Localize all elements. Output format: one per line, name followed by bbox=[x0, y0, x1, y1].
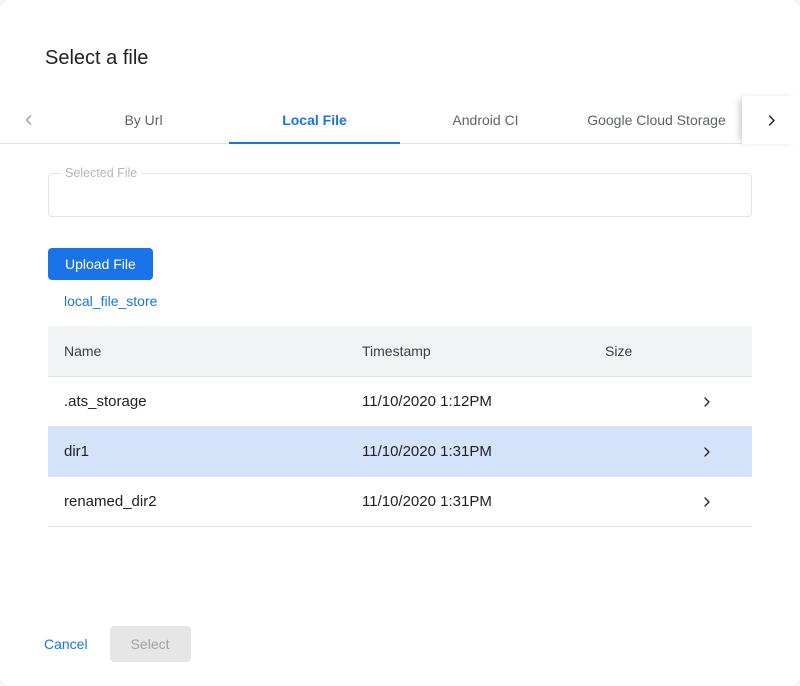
tab-android-ci[interactable]: Android CI bbox=[400, 96, 571, 144]
file-name: renamed_dir2 bbox=[64, 493, 362, 510]
chevron-left-icon bbox=[22, 113, 36, 127]
selected-file-label: Selected File bbox=[61, 166, 141, 180]
file-name: .ats_storage bbox=[64, 393, 362, 410]
table-header-row: Name Timestamp Size bbox=[48, 326, 752, 377]
tabs-scroll-right-button[interactable] bbox=[742, 96, 800, 144]
selected-file-field: Selected File bbox=[48, 173, 752, 217]
chevron-right-icon bbox=[701, 496, 713, 508]
tab-label: By Url bbox=[124, 112, 162, 128]
open-directory-button[interactable] bbox=[701, 446, 737, 458]
dialog-footer: Cancel Select bbox=[36, 626, 191, 662]
tab-label: Android CI bbox=[452, 112, 518, 128]
tab-list: By Url Local File Android CI Google Clou… bbox=[58, 96, 742, 144]
tab-by-url[interactable]: By Url bbox=[58, 96, 229, 144]
file-timestamp: 11/10/2020 1:12PM bbox=[362, 393, 605, 410]
table-row-ats-storage[interactable]: .ats_storage 11/10/2020 1:12PM bbox=[48, 377, 752, 427]
column-header-size: Size bbox=[605, 343, 701, 359]
tab-label: Local File bbox=[282, 112, 347, 128]
selected-file-input[interactable] bbox=[49, 174, 751, 216]
chevron-right-icon bbox=[764, 113, 779, 128]
open-directory-button[interactable] bbox=[701, 496, 737, 508]
tab-label: Google Cloud Storage bbox=[587, 112, 726, 128]
chevron-right-icon bbox=[701, 396, 713, 408]
table-row-dir1[interactable]: dir1 11/10/2020 1:31PM bbox=[48, 427, 752, 477]
breadcrumb-local-file-store[interactable]: local_file_store bbox=[64, 293, 157, 309]
tab-bar: By Url Local File Android CI Google Clou… bbox=[0, 96, 800, 144]
cancel-button[interactable]: Cancel bbox=[36, 626, 96, 662]
tab-local-file[interactable]: Local File bbox=[229, 96, 400, 144]
file-timestamp: 11/10/2020 1:31PM bbox=[362, 493, 605, 510]
chevron-right-icon bbox=[701, 446, 713, 458]
table-row-renamed-dir2[interactable]: renamed_dir2 11/10/2020 1:31PM bbox=[48, 477, 752, 527]
dialog-title: Select a file bbox=[0, 0, 800, 69]
tabs-scroll-left-button[interactable] bbox=[0, 96, 58, 144]
file-table: Name Timestamp Size .ats_storage 11/10/2… bbox=[48, 326, 752, 527]
column-header-name: Name bbox=[64, 343, 362, 359]
column-header-timestamp: Timestamp bbox=[362, 343, 605, 359]
file-name: dir1 bbox=[64, 443, 362, 460]
upload-file-button[interactable]: Upload File bbox=[48, 248, 153, 280]
tab-google-cloud-storage[interactable]: Google Cloud Storage bbox=[571, 96, 742, 144]
file-timestamp: 11/10/2020 1:31PM bbox=[362, 443, 605, 460]
select-button[interactable]: Select bbox=[110, 626, 191, 662]
select-file-dialog: Select a file By Url Local File Android … bbox=[0, 0, 800, 686]
open-directory-button[interactable] bbox=[701, 396, 737, 408]
